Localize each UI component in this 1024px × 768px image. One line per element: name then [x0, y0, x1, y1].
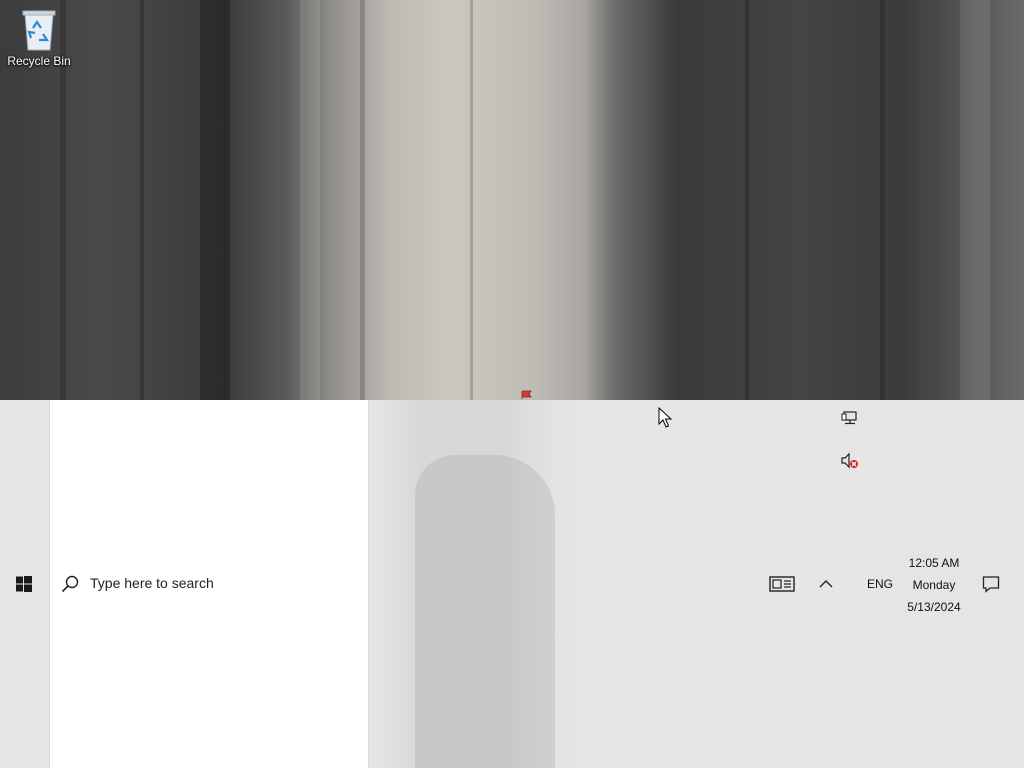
- recycle-bin-icon: [22, 10, 56, 51]
- volume-muted-icon[interactable]: [840, 452, 860, 470]
- desktop-icon-label: Recycle Bin: [7, 54, 71, 68]
- mouse-cursor-icon: [658, 407, 672, 428]
- clock-time: 12:05 AM: [908, 556, 960, 570]
- flag-icon: [521, 390, 532, 399]
- clock-day: Monday: [912, 578, 956, 592]
- clock-date: 5/13/2024: [907, 600, 961, 614]
- language-indicator[interactable]: ENG: [862, 574, 898, 594]
- notification-icon[interactable]: [978, 572, 1004, 596]
- taskbar-search-box[interactable]: [49, 400, 369, 768]
- desktop-wallpaper: [0, 0, 1024, 400]
- taskbar: ENG 12:05 AM Monday 5/13/2024: [0, 400, 1024, 768]
- clock[interactable]: 12:05 AM Monday 5/13/2024: [900, 552, 968, 618]
- search-input[interactable]: [88, 574, 352, 592]
- news-and-interests-icon[interactable]: [766, 572, 798, 596]
- desktop-icon-recycle-bin[interactable]: Recycle Bin: [4, 6, 74, 68]
- network-icon[interactable]: [840, 410, 860, 428]
- search-icon: [61, 575, 79, 593]
- start-button[interactable]: [0, 400, 48, 768]
- chevron-up-icon[interactable]: [814, 572, 838, 596]
- windows-logo-icon: [16, 576, 32, 592]
